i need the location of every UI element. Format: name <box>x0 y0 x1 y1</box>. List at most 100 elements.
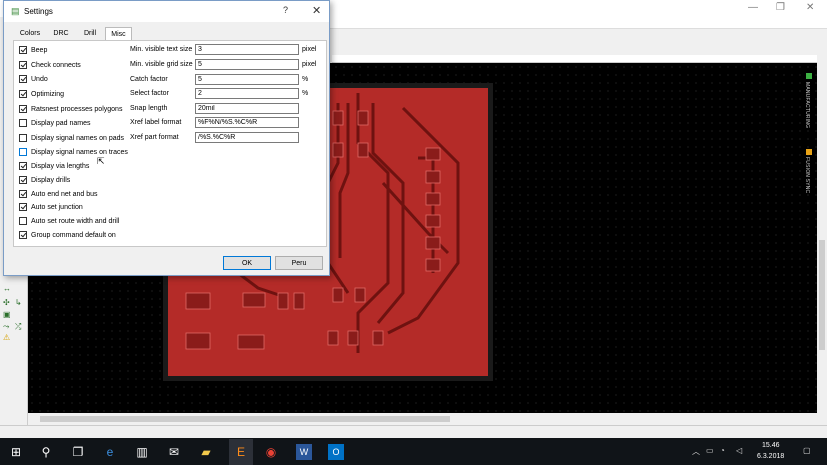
tray-chevron-icon[interactable]: ︿ <box>692 446 700 457</box>
checkbox-box[interactable] <box>19 61 27 69</box>
mail-icon[interactable]: ✉ <box>166 444 182 460</box>
volume-icon[interactable]: ◁ <box>736 446 742 455</box>
checkbox-auto-end-net[interactable]: Auto end net and bus <box>19 189 98 199</box>
ripup-tool-icon[interactable]: ↳ <box>15 298 22 307</box>
fusion-sync-icon[interactable] <box>806 149 812 155</box>
checkbox-label: Auto set junction <box>31 203 83 211</box>
select-factor-input[interactable] <box>195 88 299 99</box>
vertical-scroll-thumb[interactable] <box>819 240 825 350</box>
label-min-grid-size: Min. visible grid size <box>130 61 193 68</box>
file-explorer-icon[interactable]: ▰ <box>198 444 214 460</box>
checkbox-box[interactable] <box>19 75 27 83</box>
checkbox-undo[interactable]: Undo <box>19 74 48 84</box>
unit-select-factor: % <box>302 90 309 97</box>
network-icon[interactable]: ◔ <box>720 446 725 455</box>
edge-icon[interactable]: e <box>102 444 118 460</box>
checkbox-label: Beep <box>31 46 48 54</box>
checkbox-label: Ratsnest processes polygons <box>31 105 123 113</box>
polygon-tool-icon[interactable]: ▣ <box>3 310 11 319</box>
ok-button[interactable]: OK <box>223 256 271 270</box>
checkbox-check-connects[interactable]: Check connects <box>19 60 81 70</box>
help-icon[interactable]: ? <box>283 5 288 15</box>
checkbox-label: Check connects <box>31 61 81 69</box>
checkbox-box[interactable] <box>19 231 27 239</box>
checkbox-ratsnest-polygons[interactable]: Ratsnest processes polygons <box>19 104 122 114</box>
autorouter-tool-icon[interactable]: ⤮ <box>15 322 21 332</box>
side-tab-manufacturing[interactable]: MANUFACTURING <box>804 82 810 128</box>
label-select-factor: Select factor <box>130 90 169 97</box>
dialog-titlebar[interactable]: ▤ Settings ? ✕ <box>4 1 329 22</box>
checkbox-box[interactable] <box>19 105 27 113</box>
chrome-icon[interactable]: ◉ <box>263 444 279 460</box>
checkbox-box[interactable] <box>19 203 27 211</box>
min-grid-size-input[interactable] <box>195 59 299 70</box>
start-icon[interactable]: ⊞ <box>8 444 24 460</box>
tab-drill[interactable]: Drill <box>78 29 102 40</box>
command-toolbar: ↔ ✣ ↳ ▣ ⤳ ⤮ ⚠ <box>0 270 28 425</box>
outlook-icon[interactable]: O <box>328 444 344 460</box>
checkbox-group-default-on[interactable]: Group command default on <box>19 230 116 240</box>
status-bar <box>0 425 827 438</box>
checkbox-signal-names-pads[interactable]: Display signal names on pads <box>19 133 124 143</box>
horizontal-scroll-thumb[interactable] <box>40 416 450 422</box>
clock-time[interactable]: 15.46 <box>762 442 780 449</box>
checkbox-beep[interactable]: Beep <box>19 45 47 55</box>
checkbox-box[interactable] <box>19 119 27 127</box>
drc-warning-icon[interactable]: ⚠ <box>3 333 10 342</box>
xref-label-format-input[interactable] <box>195 117 299 128</box>
move-tool-icon[interactable]: ↔ <box>3 284 11 293</box>
checkbox-box[interactable] <box>19 162 27 170</box>
battery-icon[interactable]: ▭ <box>706 446 714 455</box>
mouse-cursor-icon: ⇱ <box>97 156 105 166</box>
tab-drc[interactable]: DRC <box>50 29 72 40</box>
checkbox-box[interactable] <box>19 134 27 142</box>
xref-part-format-input[interactable] <box>195 132 299 143</box>
checkbox-signal-names-traces[interactable]: Display signal names on traces <box>19 147 128 157</box>
unit-min-text-size: pixel <box>302 46 317 53</box>
checkbox-box[interactable] <box>19 46 27 54</box>
clock-date[interactable]: 6.3.2018 <box>757 453 784 460</box>
app-parameter-bar <box>332 55 827 63</box>
minimize-icon[interactable]: — <box>748 2 758 13</box>
checkbox-label: Display signal names on traces <box>31 148 128 156</box>
checkbox-box[interactable] <box>19 176 27 184</box>
horizontal-scrollbar[interactable] <box>28 413 817 425</box>
checkbox-via-lengths[interactable]: Display via lengths <box>19 161 89 171</box>
checkbox-auto-route-width[interactable]: Auto set route width and drill <box>19 216 119 226</box>
eagle-taskbar-icon[interactable]: E <box>229 439 253 465</box>
window-close-icon[interactable]: ✕ <box>806 2 814 13</box>
notifications-icon[interactable]: ▢ <box>803 446 811 455</box>
vertical-scrollbar[interactable] <box>817 55 827 415</box>
ratsnest-tool-icon[interactable]: ⤳ <box>3 322 9 332</box>
manufacturing-icon[interactable] <box>806 73 812 79</box>
checkbox-box[interactable] <box>19 90 27 98</box>
cancel-button[interactable]: Peru <box>275 256 323 270</box>
store-icon[interactable]: ▥ <box>134 444 150 460</box>
word-icon[interactable]: W <box>296 444 312 460</box>
checkbox-box[interactable] <box>19 217 27 225</box>
close-icon[interactable]: ✕ <box>312 4 321 17</box>
tab-colors[interactable]: Colors <box>17 29 43 40</box>
checkbox-auto-set-junction[interactable]: Auto set junction <box>19 202 83 212</box>
snap-length-input[interactable] <box>195 103 299 114</box>
checkbox-label: Display drills <box>31 176 71 184</box>
min-text-size-input[interactable] <box>195 44 299 55</box>
catch-factor-input[interactable] <box>195 74 299 85</box>
task-view-icon[interactable]: ❐ <box>70 444 86 460</box>
search-icon[interactable]: ⚲ <box>38 444 54 460</box>
app-toolbar <box>330 29 827 54</box>
side-tab-fusion-sync[interactable]: FUSION SYNC <box>804 157 810 193</box>
maximize-icon[interactable]: ❐ <box>776 2 785 13</box>
unit-catch-factor: % <box>302 76 309 83</box>
checkbox-box[interactable] <box>19 190 27 198</box>
checkbox-display-pad-names[interactable]: Display pad names <box>19 118 91 128</box>
checkbox-display-drills[interactable]: Display drills <box>19 175 70 185</box>
checkbox-label: Auto end net and bus <box>31 190 98 198</box>
route-tool-icon[interactable]: ✣ <box>3 298 10 307</box>
label-catch-factor: Catch factor <box>130 76 168 83</box>
eagle-app-icon: ▤ <box>11 6 20 16</box>
checkbox-optimizing[interactable]: Optimizing <box>19 89 64 99</box>
tab-misc[interactable]: Misc <box>105 27 132 41</box>
checkbox-box[interactable] <box>19 148 27 156</box>
checkbox-label: Display pad names <box>31 119 91 127</box>
